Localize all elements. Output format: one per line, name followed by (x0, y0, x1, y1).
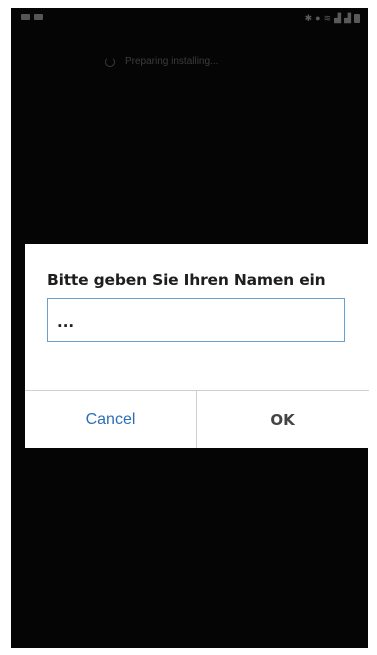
status-bar: ✱ ● ≋ ▟ ▟ (11, 8, 368, 30)
wifi-icon: ≋ (323, 13, 332, 23)
signal-strength-icon: ▟ (344, 13, 351, 23)
dialog-title: Bitte geben Sie Ihren Namen ein (47, 271, 326, 289)
spinner-icon (105, 56, 115, 67)
loading-indicator: Preparing installing... (105, 56, 218, 67)
name-input[interactable]: ... (47, 298, 345, 342)
ok-button[interactable]: OK (197, 391, 368, 448)
status-bar-right: ✱ ● ≋ ▟ ▟ (305, 13, 360, 23)
image-notification-icon (34, 14, 43, 20)
signal-icon: ▟ (334, 13, 342, 23)
loading-text: Preparing installing... (125, 56, 219, 67)
cancel-button[interactable]: Cancel (25, 391, 196, 448)
name-dialog: Bitte geben Sie Ihren Namen ein ... Canc… (25, 244, 369, 448)
notification-icon (21, 14, 30, 20)
battery-icon (354, 13, 360, 23)
alarm-icon: ● (315, 13, 321, 23)
nfc-icon: ✱ (304, 13, 313, 23)
status-bar-left (21, 14, 43, 20)
